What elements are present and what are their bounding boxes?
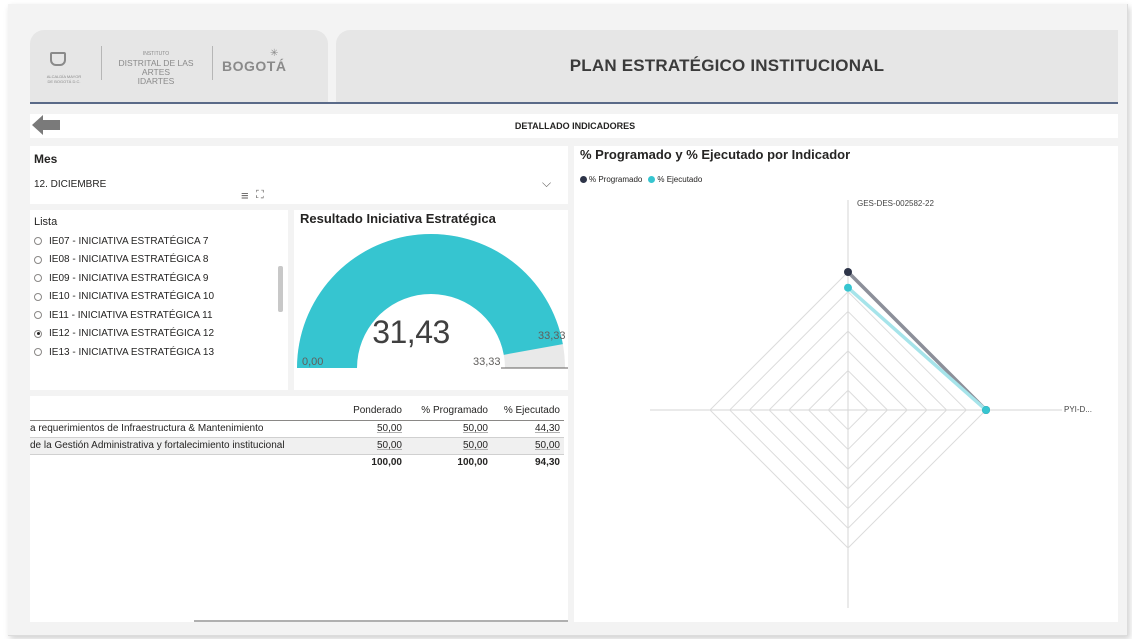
institute-logo: INSTITUTO DISTRITAL DE LAS ARTES IDARTES (108, 50, 204, 86)
table-horizontal-scrollbar[interactable] (194, 620, 568, 622)
radio-icon[interactable] (34, 255, 42, 264)
filter-icon[interactable]: ≡ (241, 188, 249, 203)
gauge-target-label: 33,33 (538, 330, 566, 342)
list-slicer-item-label: IE13 - INICIATIVA ESTRATÉGICA 13 (49, 346, 215, 358)
legend-marker (648, 176, 656, 183)
radar-title: % Programado y % Ejecutado por Indicador (580, 147, 851, 162)
logo-divider (101, 46, 102, 80)
radio-icon[interactable] (34, 311, 42, 320)
header-divider (30, 102, 1118, 104)
list-slicer-item-label: IE07 - INICIATIVA ESTRATÉGICA 7 (49, 235, 209, 247)
legend-item-programado[interactable]: % Programado (580, 175, 642, 184)
radio-icon[interactable] (34, 237, 42, 246)
list-slicer-item[interactable]: IE09 - INICIATIVA ESTRATÉGICA 9 (34, 269, 274, 288)
list-slicer-item-label: IE09 - INICIATIVA ESTRATÉGICA 9 (49, 272, 209, 284)
table-row[interactable]: a requerimientos de Infraestructura & Ma… (30, 420, 564, 437)
table-total-cell: 100,00 (371, 457, 402, 469)
radar-series-line (846, 270, 988, 412)
section-title: DETALLADO INDICADORES (514, 121, 636, 131)
column-header-ponderado[interactable]: Ponderado (336, 402, 406, 420)
list-slicer-item-label: IE08 - INICIATIVA ESTRATÉGICA 8 (49, 254, 209, 266)
radar-point (844, 268, 852, 276)
radio-icon[interactable] (34, 274, 42, 283)
table-cell: 44,30 (534, 423, 560, 434)
radar-point (982, 406, 990, 414)
legend-item-ejecutado[interactable]: % Ejecutado (648, 175, 702, 184)
indicator-table: Ponderado % Programado % Ejecutado a req… (30, 402, 564, 471)
radio-icon[interactable] (34, 348, 42, 357)
table-total-cell: 100,00 (457, 457, 488, 469)
list-slicer-label: Lista (34, 216, 58, 228)
table-cell-name: de la Gestión Administrativa y fortaleci… (30, 440, 285, 451)
chevron-down-icon[interactable]: ⌵ (542, 176, 551, 191)
table-cell: 50,00 (376, 423, 402, 434)
list-slicer-item[interactable]: IE12 - INICIATIVA ESTRATÉGICA 12 (34, 325, 274, 344)
list-slicer-item[interactable]: IE11 - INICIATIVA ESTRATÉGICA 11 (34, 306, 274, 325)
radar-axis-label-top: GES-DES-002582-22 (857, 199, 934, 208)
column-header[interactable] (30, 402, 336, 420)
list-slicer-item-label: IE11 - INICIATIVA ESTRATÉGICA 11 (49, 309, 213, 321)
institute-name: DISTRITAL DE LAS ARTES (118, 58, 194, 77)
table-header-row: Ponderado % Programado % Ejecutado (30, 402, 564, 420)
radio-selected-icon[interactable] (34, 329, 42, 338)
gauge-chart (297, 233, 568, 369)
radio-icon[interactable] (34, 292, 42, 301)
back-arrow-icon[interactable] (31, 114, 61, 136)
title-panel: PLAN ESTRATÉGICO INSTITUCIONAL (336, 30, 1118, 102)
page-title: PLAN ESTRATÉGICO INSTITUCIONAL (569, 56, 885, 75)
table-cell: 50,00 (462, 423, 488, 434)
radar-chart (650, 200, 1062, 608)
table-total-row: 100,00 100,00 94,30 (30, 454, 564, 471)
radar-point (844, 283, 852, 292)
list-scrollbar[interactable] (278, 266, 283, 312)
bogota-logo: BOGOTÁ (222, 58, 287, 74)
institute-acronym: IDARTES (137, 76, 175, 86)
list-slicer-item[interactable]: IE13 - INICIATIVA ESTRATÉGICA 13 (34, 343, 274, 362)
seal-caption: ALCALDÍA MAYOR DE BOGOTÁ D.C. (46, 74, 82, 84)
logo-divider (212, 46, 213, 80)
table-cell: 50,00 (462, 440, 488, 451)
list-slicer-item[interactable]: IE10 - INICIATIVA ESTRATÉGICA 10 (34, 288, 274, 307)
radar-axis-label-right: PYI-D... (1064, 405, 1093, 414)
legend-marker (580, 176, 587, 183)
table-cell-name: a requerimientos de Infraestructura & Ma… (30, 423, 264, 434)
focus-mode-icon[interactable]: ⛶ (256, 189, 264, 202)
table-row[interactable]: de la Gestión Administrativa y fortaleci… (30, 437, 564, 454)
coat-of-arms-icon (50, 52, 66, 66)
gauge-max-label: 33,33 (473, 356, 501, 368)
legend-label: % Programado (589, 175, 643, 184)
list-slicer-item-label: IE12 - INICIATIVA ESTRATÉGICA 12 (49, 328, 215, 340)
table-total-cell: 94,30 (534, 457, 560, 469)
gauge-title: Resultado Iniciativa Estratégica (300, 211, 496, 226)
radar-legend: % Programado % Ejecutado (580, 175, 708, 184)
list-slicer-item[interactable]: IE07 - INICIATIVA ESTRATÉGICA 7 (34, 232, 274, 251)
column-header-programado[interactable]: % Programado (406, 402, 492, 420)
list-slicer-item-label: IE10 - INICIATIVA ESTRATÉGICA 10 (49, 291, 215, 303)
column-header-ejecutado[interactable]: % Ejecutado (492, 402, 564, 420)
table-cell: 50,00 (534, 440, 560, 451)
star-icon: ✳ (270, 48, 279, 59)
table-total-label (30, 454, 336, 471)
gauge-value: 31,43 (372, 314, 450, 350)
list-slicer-item[interactable]: IE08 - INICIATIVA ESTRATÉGICA 8 (34, 251, 274, 270)
month-slicer-label: Mes (34, 152, 58, 166)
gauge-min-label: 0,00 (302, 356, 324, 368)
table-cell: 50,00 (376, 440, 402, 451)
month-dropdown-value: 12. DICIEMBRE (34, 179, 107, 190)
month-dropdown[interactable] (30, 172, 566, 196)
legend-label: % Ejecutado (657, 175, 703, 184)
list-slicer-items: IE07 - INICIATIVA ESTRATÉGICA 7 IE08 - IN… (34, 232, 274, 362)
